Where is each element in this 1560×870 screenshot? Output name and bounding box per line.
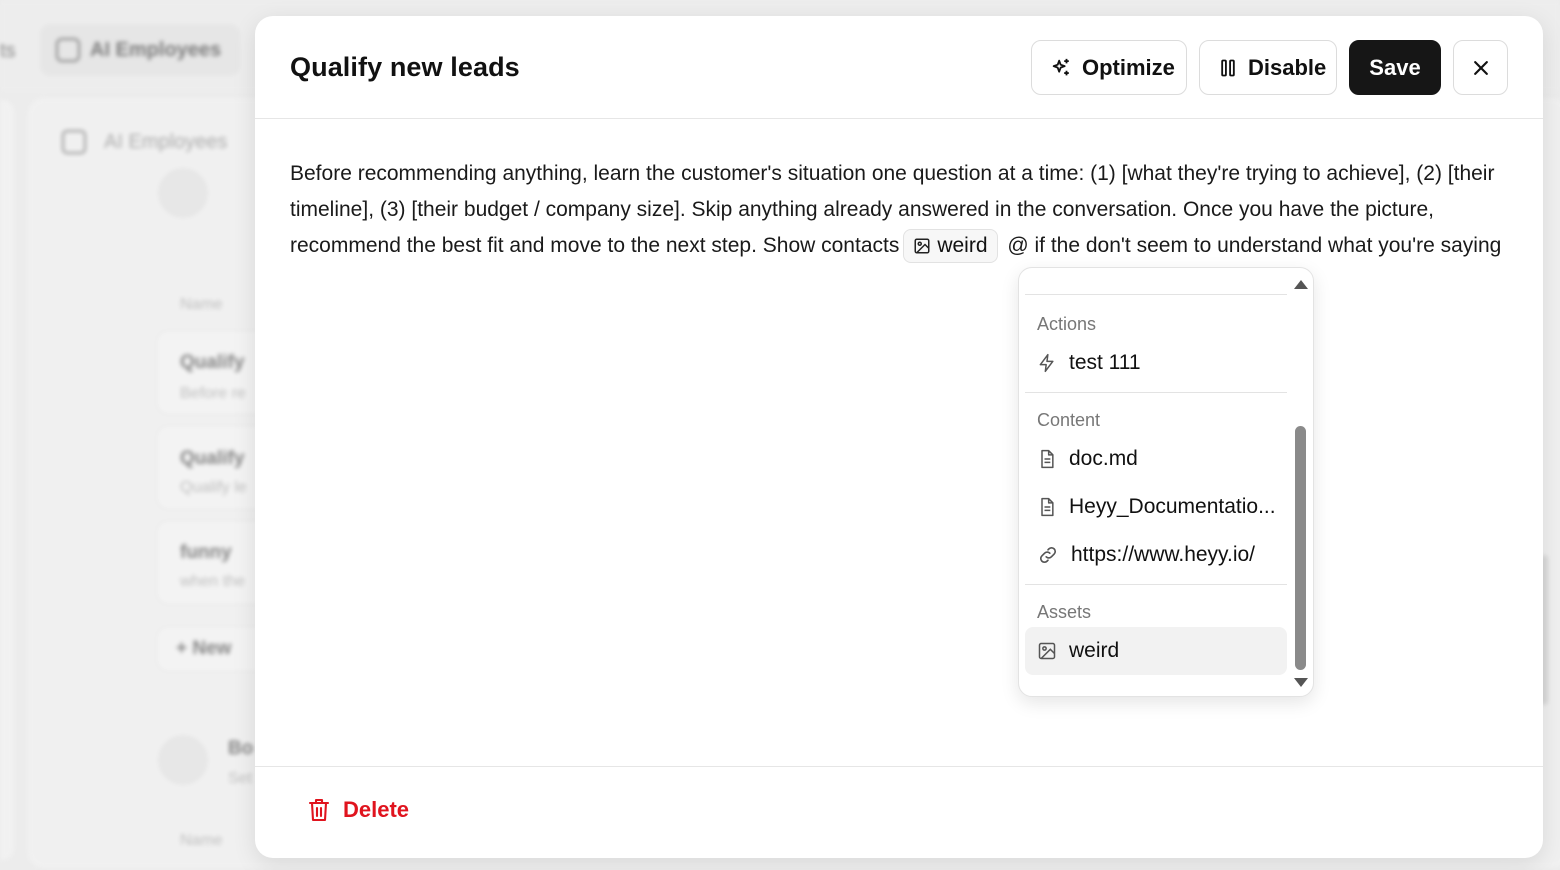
background-row-subtitle: Before re: [180, 385, 246, 402]
disable-button[interactable]: Disable: [1199, 40, 1337, 95]
background-row-subtitle: Qualify le: [180, 479, 247, 496]
modal-header: Qualify new leads Optimize Disable Save: [255, 16, 1543, 119]
document-icon: [1041, 449, 1054, 469]
sparkle-icon: [56, 38, 80, 62]
document-icon: [1041, 497, 1054, 517]
background-avatar: [158, 168, 208, 218]
menu-item-action[interactable]: test 111: [1025, 339, 1287, 387]
group-label-assets: Assets: [1037, 602, 1092, 622]
close-icon: [1473, 60, 1488, 75]
asset-chip-label: weird: [937, 234, 988, 258]
scrollbar-thumb[interactable]: [1295, 426, 1306, 670]
modal-title: Qualify new leads: [290, 51, 520, 82]
scroll-up-arrow-icon[interactable]: [1294, 280, 1308, 289]
menu-item-label: https://www.heyy.io/: [1071, 543, 1256, 566]
mention-dropdown[interactable]: Actions test 111 Content doc.md Heyy_Doc…: [1018, 267, 1314, 697]
disable-label: Disable: [1248, 54, 1327, 80]
background-sidebar: [0, 100, 14, 860]
dropdown-scrollbar[interactable]: [1292, 274, 1308, 692]
group-label-actions: Actions: [1037, 314, 1097, 334]
save-button[interactable]: Save: [1349, 40, 1441, 95]
optimize-label: Optimize: [1082, 54, 1175, 80]
menu-item-content[interactable]: Heyy_Documentatio...: [1025, 483, 1287, 531]
header-actions: Optimize Disable Save: [1031, 40, 1508, 95]
background-section-title: Bo: [228, 738, 254, 759]
delete-button[interactable]: Delete: [307, 797, 409, 823]
menu-item-label: weird: [1069, 639, 1120, 662]
background-section-sub: Set: [228, 770, 253, 787]
prompt-text[interactable]: Before recommending anything, learn the …: [290, 156, 1510, 264]
background-breadcrumb-label: AI Employees: [104, 130, 228, 153]
trash-icon: [308, 798, 330, 822]
mention-list: Actions test 111 Content doc.md Heyy_Doc…: [1025, 268, 1287, 675]
close-button[interactable]: [1453, 40, 1508, 95]
optimize-button[interactable]: Optimize: [1031, 40, 1187, 95]
modal-footer: Delete: [255, 766, 1543, 858]
menu-item-label: test 111: [1069, 351, 1141, 374]
background-row-title: Qualify: [180, 448, 245, 469]
background-tab-ai-employees: AI Employees: [40, 24, 240, 76]
panel-icon: [62, 130, 86, 154]
background-row-title: funny: [180, 542, 232, 563]
link-icon: [1039, 546, 1057, 564]
menu-item-label: Heyy_Documentatio...: [1069, 495, 1276, 518]
scroll-down-arrow-icon[interactable]: [1294, 678, 1308, 687]
bolt-icon: [1039, 353, 1054, 373]
menu-item-label: doc.md: [1069, 447, 1138, 470]
background-new-label: + New: [176, 638, 232, 659]
delete-label: Delete: [343, 797, 410, 822]
background-tab-partial: ts: [0, 40, 16, 62]
sparkle-icon: [1052, 58, 1069, 75]
menu-item-content[interactable]: doc.md: [1025, 435, 1287, 483]
image-icon: [914, 238, 930, 254]
background-tab-label: AI Employees: [90, 38, 222, 61]
group-label-content: Content: [1037, 410, 1101, 430]
background-list-header: Name: [180, 832, 223, 849]
background-breadcrumb: AI Employees: [62, 130, 227, 154]
background-list-header: Name: [180, 296, 223, 313]
asset-mention-chip[interactable]: weird: [903, 229, 998, 264]
pause-icon: [1221, 59, 1235, 76]
edit-skill-modal: Qualify new leads Optimize Disable Save …: [255, 16, 1543, 858]
prompt-text-after: @ if the don't seem to understand what y…: [1007, 234, 1502, 257]
menu-item-asset[interactable]: weird: [1025, 627, 1287, 675]
background-row-subtitle: when the: [180, 573, 245, 590]
image-icon: [1038, 642, 1056, 660]
background-row-title: Qualify: [180, 352, 245, 373]
background-block-icon: [158, 735, 208, 785]
menu-item-content[interactable]: https://www.heyy.io/: [1025, 531, 1287, 579]
prompt-editor[interactable]: Before recommending anything, learn the …: [290, 156, 1510, 264]
